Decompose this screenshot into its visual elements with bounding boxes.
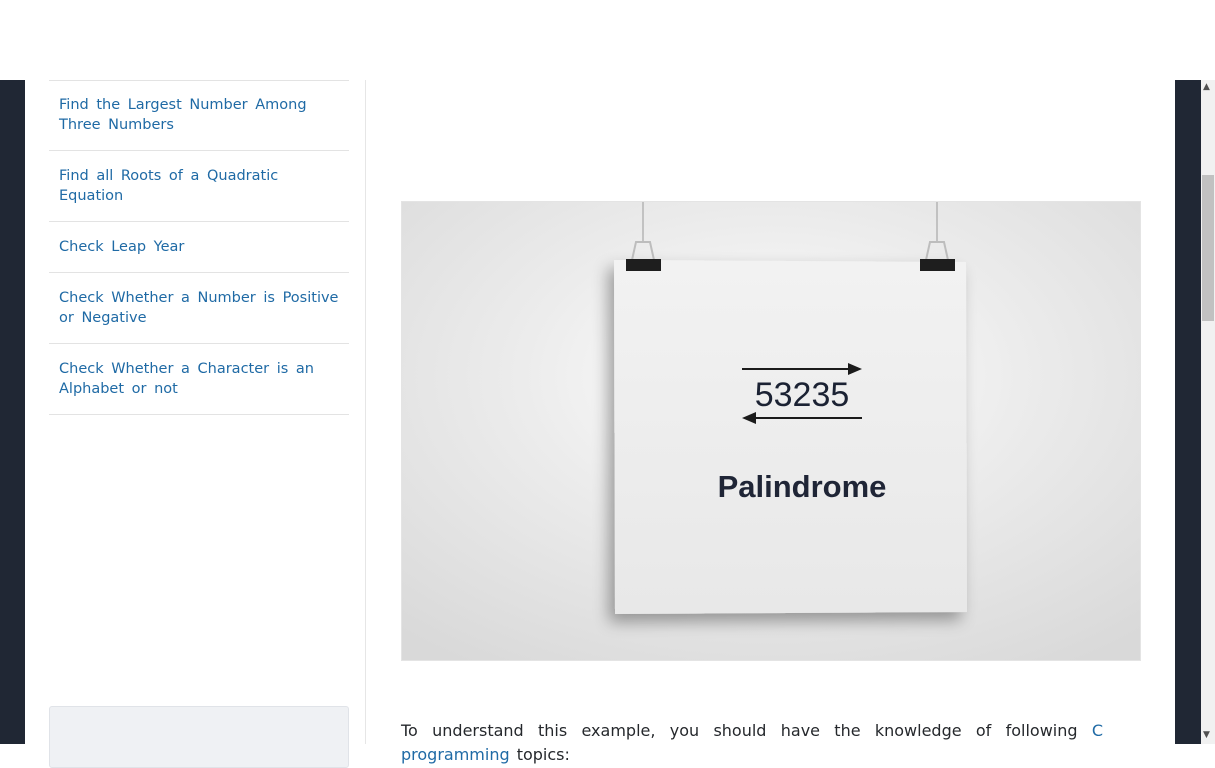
paper-sheet	[614, 260, 967, 614]
right-gutter	[1175, 80, 1201, 744]
hero-image: 53235 Palindrome	[402, 202, 1140, 660]
intro-text: To understand this example, you should h…	[401, 721, 1092, 740]
intro-paragraph: To understand this example, you should h…	[401, 719, 1103, 767]
palindrome-illustration: 53235 Palindrome	[401, 201, 1141, 661]
sidebar-nav-list: Find the Largest Number Among Three Numb…	[49, 80, 349, 415]
intro-text-end: topics:	[509, 745, 570, 764]
palindrome-number: 53235	[755, 376, 850, 414]
sidebar-item-largest-number[interactable]: Find the Largest Number Among Three Numb…	[49, 80, 349, 151]
top-header-area	[0, 0, 1215, 80]
sidebar-ad-box	[49, 706, 349, 768]
sidebar-item-positive-negative[interactable]: Check Whether a Number is Positive or Ne…	[49, 273, 349, 344]
sidebar-item-label[interactable]: Check Leap Year	[59, 239, 184, 255]
sidebar-divider	[49, 80, 349, 81]
sidebar-item-label[interactable]: Check Whether a Character is an Alphabet…	[59, 361, 314, 397]
scrollbar-thumb[interactable]	[1202, 175, 1214, 321]
sidebar: Find the Largest Number Among Three Numb…	[25, 80, 366, 768]
sidebar-item-alphabet-check[interactable]: Check Whether a Character is an Alphabet…	[49, 344, 349, 415]
sidebar-item-leap-year[interactable]: Check Leap Year	[49, 222, 349, 273]
sidebar-item-label[interactable]: Check Whether a Number is Positive or Ne…	[59, 290, 338, 326]
left-gutter	[0, 80, 25, 744]
sidebar-item-quadratic-roots[interactable]: Find all Roots of a Quadratic Equation	[49, 151, 349, 222]
sidebar-item-label[interactable]: Find the Largest Number Among Three Numb…	[59, 97, 307, 133]
scroll-up-arrow-icon[interactable]: ▲	[1203, 82, 1210, 92]
scroll-down-arrow-icon[interactable]: ▼	[1203, 730, 1210, 740]
sidebar-item-label[interactable]: Find all Roots of a Quadratic Equation	[59, 168, 278, 204]
palindrome-caption: Palindrome	[718, 469, 887, 504]
